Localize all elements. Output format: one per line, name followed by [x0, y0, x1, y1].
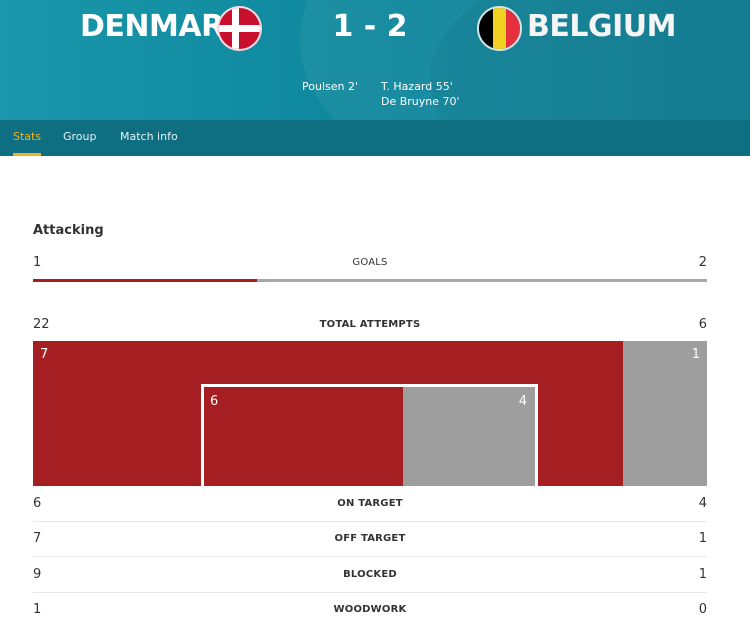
- stat-home-value: 6: [33, 496, 42, 511]
- goal-frame: 6 4: [201, 384, 538, 486]
- stat-away-value: 1: [698, 531, 707, 546]
- stat-label-woodwork: WOODWORK: [333, 604, 407, 615]
- tab-group[interactable]: Group: [63, 120, 97, 156]
- tab-stats[interactable]: Stats: [13, 120, 42, 156]
- denmark-flag-icon: [217, 6, 262, 51]
- match-tabs: Stats Group Match info: [0, 120, 750, 156]
- goals-comparison-bar: [33, 279, 707, 282]
- attempts-away-value: 6: [698, 317, 707, 332]
- attempts-graphic: 7 1 6 4: [33, 341, 707, 486]
- goals-home-value: 1: [33, 255, 42, 270]
- on-target-home-area: [204, 387, 403, 486]
- off-target-away-number: 1: [691, 347, 700, 362]
- away-scorers: T. Hazard 55' De Bruyne 70': [381, 79, 460, 109]
- stat-home-value: 7: [33, 531, 42, 546]
- stat-label-blocked: BLOCKED: [343, 569, 397, 580]
- match-score: 1 - 2: [332, 9, 408, 44]
- section-title-attacking: Attacking: [33, 223, 104, 238]
- match-header: DENMARK 1 - 2 BELGIUM Poulsen 2' T. Haza…: [0, 0, 750, 120]
- away-scorer: T. Hazard 55': [381, 80, 453, 93]
- stat-away-value: 0: [698, 602, 707, 617]
- stat-label-on-target: ON TARGET: [337, 498, 403, 509]
- home-scorer: Poulsen 2': [302, 80, 358, 93]
- total-attempts-label: TOTAL ATTEMPTS: [319, 319, 421, 330]
- stat-home-value: 9: [33, 567, 42, 582]
- stat-label-off-target: OFF TARGET: [334, 533, 406, 544]
- goals-home-fill: [33, 279, 258, 282]
- tab-match-info[interactable]: Match info: [120, 120, 178, 156]
- row-divider: [33, 521, 707, 522]
- goals-label: GOALS: [352, 257, 388, 268]
- off-target-home-number: 7: [40, 347, 49, 362]
- away-scorer: De Bruyne 70': [381, 95, 460, 108]
- stat-home-value: 1: [33, 602, 42, 617]
- row-divider: [33, 556, 707, 557]
- on-target-home-number: 6: [210, 394, 219, 409]
- home-scorers: Poulsen 2': [300, 79, 358, 94]
- row-divider: [33, 592, 707, 593]
- attempts-home-value: 22: [33, 317, 50, 332]
- belgium-flag-icon: [477, 6, 522, 51]
- stat-away-value: 4: [698, 496, 707, 511]
- goals-away-value: 2: [698, 255, 707, 270]
- away-team-name: BELGIUM: [527, 9, 676, 44]
- stat-away-value: 1: [698, 567, 707, 582]
- on-target-away-number: 4: [518, 394, 527, 409]
